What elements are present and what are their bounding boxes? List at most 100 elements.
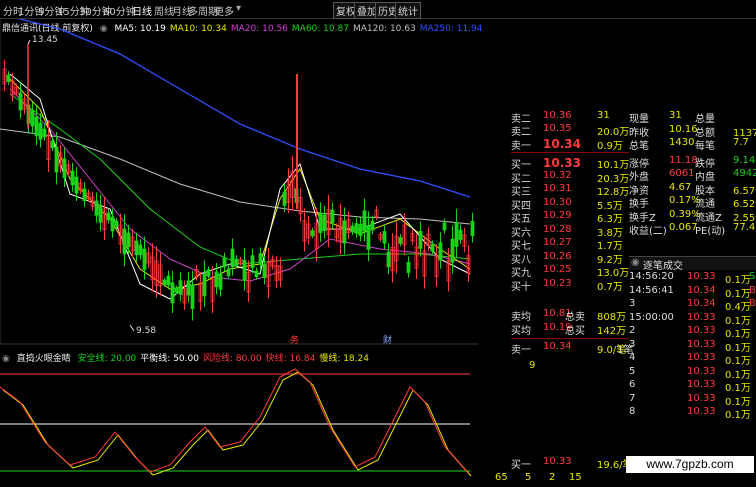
level-volume: 0.9万 [597,141,623,152]
info-key: 收益(二) [629,226,667,237]
candle [254,267,259,280]
candle [106,208,111,224]
candle [226,264,231,280]
level-volume: 0.7万 [597,281,623,293]
candle [122,213,127,267]
level-label: 卖一 [511,345,531,356]
tick-row: 5 10.33 0.1万 [629,366,756,381]
candle [382,224,387,249]
tick-price: 10.33 [687,271,716,282]
candle [290,156,295,211]
candle [146,247,151,268]
ticks-settings-icon[interactable]: ◉ [631,257,640,268]
ma250-line [17,19,471,198]
candle [330,202,335,229]
candle [178,272,183,302]
candle [210,266,215,314]
marker-a: 务 [290,334,299,345]
candle [322,205,327,239]
avg-label: 总买 [565,326,585,337]
tick-time: 8 [629,406,636,417]
level-price: 10.36 [543,110,572,121]
watermark: www.7gpzb.com [626,456,754,473]
info-row: 外盘 6061 内盘 4942 [629,168,756,183]
tick-time: 14:56:41 [629,284,674,296]
candle [462,227,467,253]
level-price: 10.30 [543,196,572,208]
tick-list: ◉ 逐笔成交 14:56:20 10.33 0.1万 S 14:56:41 10.34 0.1万… [629,256,756,446]
info-value: 10.16 [669,123,698,135]
period-tab[interactable]: 更多 [214,3,234,18]
info-row: 收益(二) 0.067 PE(动) 77.4 [629,222,756,237]
tick-side: B [749,284,756,296]
info-value: 31 [669,110,682,121]
candle [358,217,363,242]
stock-info: 现量31总量昨收10.16总额1137万总笔 1430每笔 7.7 涨停11.18跌停… [629,110,756,260]
info-key: 每笔 [695,141,715,152]
candle [470,212,475,243]
low-label: 9.58 [136,326,156,336]
tick-row: 14:56:20 10.33 0.1万 S [629,271,756,286]
period-toolbar: 分时 1分钟 5分钟 15分钟 30分钟 60分钟 日线 周线 月线 多周期 更多 ▾ 复权 叠加 历史 统计 [0,0,756,19]
level-price: 10.29 [543,210,572,221]
tick-side: B [749,298,756,309]
candle [378,231,383,242]
tick-price: 10.33 [687,406,716,417]
tick-time: 4 [629,352,636,363]
tick-price: 10.34 [687,298,716,309]
tick-time: 15:00:00 [629,311,674,323]
tick-price: 10.33 [687,338,716,350]
tick-time: 3 [629,298,636,309]
candle [186,272,191,303]
bid-queue-count: 2 [549,472,556,483]
tick-volume: 0.1万 [725,410,751,421]
tick-price: 10.33 [687,325,716,336]
level-price: 10.32 [543,169,572,181]
tick-row: 15:00:00 10.33 0.1万 [629,311,756,327]
bid-queue-count: 65 [495,472,508,483]
candle [394,221,399,274]
candle [386,243,391,275]
info-row: 净资4.67股本6.57亿 [629,182,756,197]
tick-price: 10.33 [687,392,716,404]
info-value: 1430 [669,137,695,148]
candle [342,207,347,255]
candle [414,234,419,279]
tick-row: 7 10.33 0.1万 [629,392,756,408]
info-row: 现量 31 总量 [629,110,756,125]
candle [434,243,439,287]
period-tab[interactable]: 周线 [154,3,174,18]
candle [370,215,375,235]
info-row: 总笔 1430 每笔 7.7 [629,137,756,152]
candle [298,187,303,222]
period-tab[interactable]: 日线 [132,3,152,18]
candle [130,228,135,258]
tick-time: 7 [629,392,636,404]
level-price: 10.27 [543,237,572,248]
tick-price: 10.33 [687,379,716,390]
toolbar-button[interactable]: 统计 [395,2,421,19]
candle [150,243,155,292]
candle [418,221,423,257]
level-price: 10.35 [543,123,572,134]
period-tab[interactable]: 60分钟 [103,3,136,18]
candle [170,270,175,314]
info-value: 11.18 [669,154,698,166]
candle [398,234,403,247]
candle [134,232,139,262]
level-price: 10.28 [543,223,572,235]
candle [454,208,459,259]
ticks-title: 逐笔成交 [643,261,683,272]
candlestick-chart[interactable]: 13.45 9.58 务 财 [0,19,478,345]
info-value: 9.14 [733,154,756,166]
candle [390,233,395,283]
candle [270,255,275,270]
candle [406,256,411,278]
candle [166,270,171,290]
indicator-chart[interactable] [0,347,478,487]
quote-panel: 卖二 10.36 31 卖二 10.35 20.0万 卖一 10.34 0.9万 买一 10.33 1… [479,110,756,487]
level-label: 买均 [511,326,531,337]
candle [282,184,287,212]
chevron-down-icon[interactable]: ▾ [236,3,241,14]
level-price: 10.33 [543,156,581,170]
